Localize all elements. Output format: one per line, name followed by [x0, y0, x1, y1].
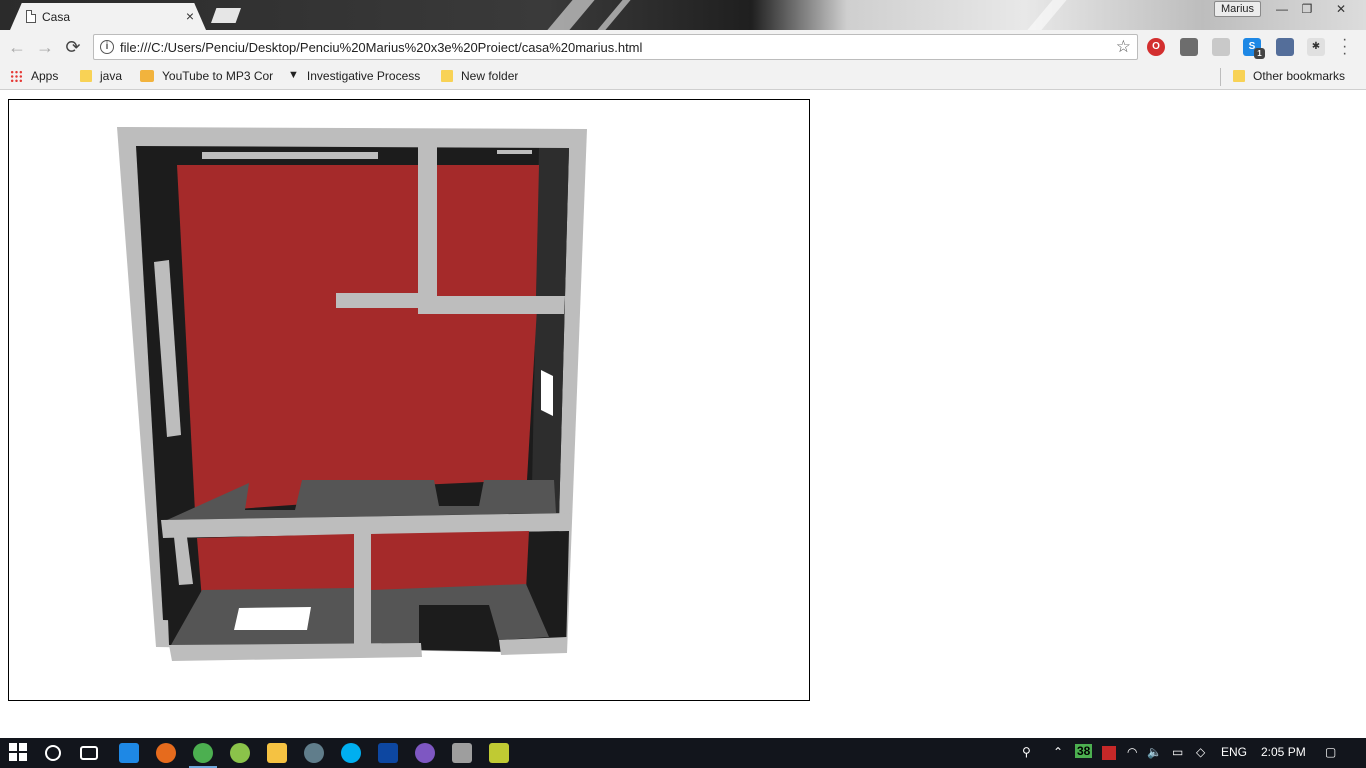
bookmark-youtube-mp3[interactable]: YouTube to MP3 Cor — [140, 69, 275, 85]
notepad-icon[interactable] — [489, 743, 509, 763]
reload-button[interactable]: ⟳ — [62, 36, 84, 58]
tray-counter-badge[interactable]: 38 — [1075, 744, 1093, 758]
puzzle-extension-icon[interactable] — [1276, 38, 1294, 56]
wallpaper-streak — [547, 0, 595, 30]
title-bar: Casa × Marius — ❐ ✕ — [0, 0, 1366, 30]
page-icon — [26, 10, 36, 23]
show-hidden-icons[interactable]: ⌃ — [1053, 745, 1063, 759]
address-bar[interactable]: i file:///C:/Users/Penciu/Desktop/Penciu… — [93, 34, 1138, 60]
task-view-icon[interactable] — [80, 746, 98, 760]
start-button[interactable] — [9, 743, 29, 763]
game-icon[interactable] — [452, 743, 472, 763]
bookmarks-bar: Apps java YouTube to MP3 Cor ▼ Investigat… — [0, 64, 1366, 90]
visual-studio-icon[interactable] — [378, 743, 398, 763]
apps-label: Apps — [31, 69, 59, 83]
forward-button[interactable]: → — [34, 36, 56, 58]
windows-taskbar: ⚲ ⌃ 38 ◠ 🔈 ▭ ◇ ENG 2:05 PM ▢ — [0, 738, 1366, 768]
new-tab-button[interactable] — [211, 8, 241, 23]
apps-grid-icon — [10, 70, 23, 83]
skype-badge: 1 — [1254, 48, 1265, 59]
back-button[interactable]: ← — [6, 36, 28, 58]
browser-toolbar: ← → ⟳ i file:///C:/Users/Penciu/Desktop/… — [0, 30, 1366, 64]
firefox-icon[interactable] — [156, 743, 176, 763]
edge-icon[interactable] — [119, 743, 139, 763]
menu-icon[interactable]: · · · — [1342, 32, 1347, 62]
utorrent-icon[interactable] — [230, 743, 250, 763]
battery-icon[interactable]: ▭ — [1172, 745, 1183, 759]
webgl-canvas[interactable] — [8, 99, 810, 701]
folder-icon — [80, 70, 92, 82]
bookmark-label: YouTube to MP3 Cor — [162, 69, 274, 83]
app-icon[interactable] — [304, 743, 324, 763]
bookmark-label: Other bookmarks — [1253, 69, 1346, 83]
action-center-icon[interactable]: ▢ — [1325, 745, 1336, 759]
converter-icon — [140, 70, 154, 82]
folder-icon — [1233, 70, 1245, 82]
shield-extension-icon[interactable] — [1180, 38, 1198, 56]
bookmarks-separator — [1220, 68, 1221, 86]
url-text[interactable]: file:///C:/Users/Penciu/Desktop/Penciu%2… — [120, 40, 642, 55]
people-icon[interactable]: ⚲ — [1022, 745, 1031, 759]
minimize-button[interactable]: — — [1268, 0, 1296, 18]
language-indicator[interactable]: ENG — [1221, 745, 1247, 759]
skype-taskbar-icon[interactable] — [341, 743, 361, 763]
house-3d-render — [117, 127, 587, 661]
bookmark-investigative-process[interactable]: ▼ Investigative Process — [288, 69, 426, 85]
other-bookmarks-folder[interactable]: Other bookmarks — [1233, 69, 1345, 85]
bookmark-label: Investigative Process — [306, 69, 421, 83]
tray-app-icon[interactable] — [1102, 746, 1116, 760]
pdf-extension-icon[interactable] — [1212, 38, 1230, 56]
wallpaper-streak — [1027, 0, 1067, 30]
opera-extension-icon[interactable]: O — [1147, 38, 1165, 56]
spider-extension-icon[interactable]: ✱ — [1307, 38, 1325, 56]
clock[interactable]: 2:05 PM — [1261, 745, 1306, 759]
restore-button[interactable]: ❐ — [1293, 0, 1321, 18]
tab-title: Casa — [42, 10, 71, 24]
bookmark-folder-java[interactable]: java — [80, 69, 122, 85]
user-profile-button[interactable]: Marius — [1214, 1, 1262, 17]
media-icon[interactable] — [415, 743, 435, 763]
cortana-icon[interactable] — [45, 745, 61, 761]
bookmark-star-icon[interactable]: ☆ — [1116, 37, 1131, 57]
wallpaper-streak — [597, 0, 631, 30]
chrome-icon[interactable] — [193, 743, 213, 763]
volume-icon[interactable]: 🔈 — [1147, 745, 1162, 759]
bookmark-label: java — [100, 69, 123, 83]
bookmark-label: New folder — [461, 69, 519, 83]
wifi-icon[interactable]: ◠ — [1127, 745, 1137, 759]
file-explorer-icon[interactable] — [267, 743, 287, 763]
bookmark-folder-new-folder[interactable]: New folder — [441, 69, 518, 85]
close-window-button[interactable]: ✕ — [1326, 0, 1356, 18]
folder-icon — [441, 70, 453, 82]
dropdown-triangle-icon: ▼ — [288, 69, 299, 81]
apps-shortcut[interactable]: Apps — [10, 69, 58, 85]
info-icon[interactable]: i — [100, 40, 114, 54]
tab-close-button[interactable]: × — [186, 8, 194, 24]
dropbox-icon[interactable]: ◇ — [1196, 745, 1205, 759]
browser-tab[interactable]: Casa × — [10, 3, 206, 30]
